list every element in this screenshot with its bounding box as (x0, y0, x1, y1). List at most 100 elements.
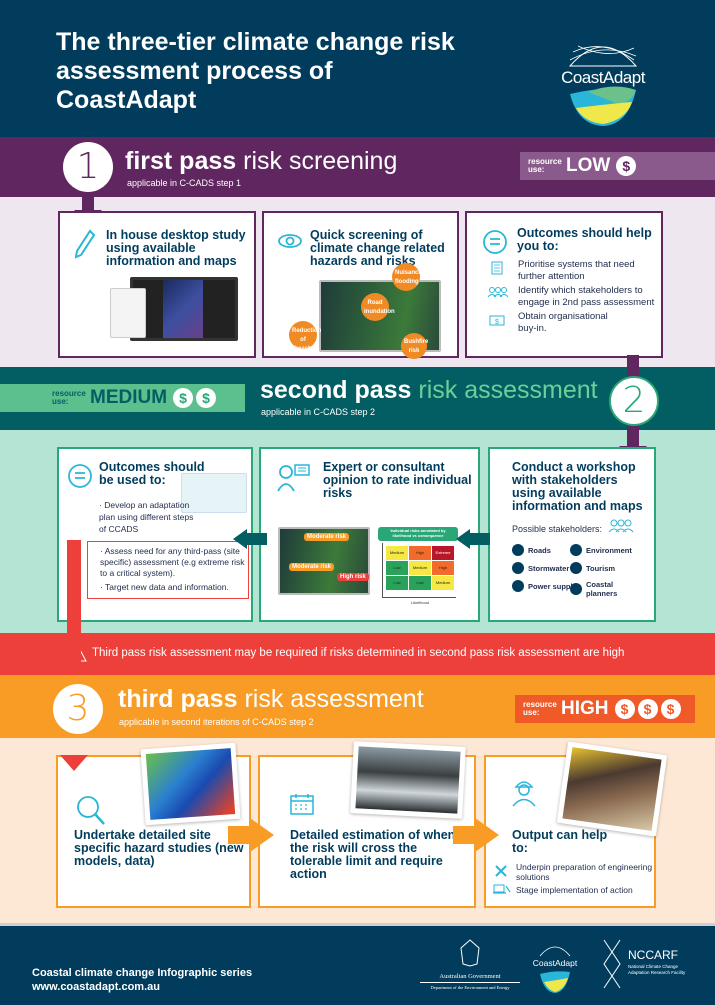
third-pass-title: third pass risk assessment (118, 685, 424, 713)
footer-url[interactable]: www.coastadapt.com.au (32, 980, 252, 994)
dollar-icon: $ (173, 388, 194, 408)
footer: Coastal climate change Infographic serie… (0, 923, 715, 1005)
matrix-title: Individual risks annotated by likelihood… (378, 527, 458, 541)
second-pass-resource: resource use: MEDIUM $ $ (0, 384, 245, 412)
third-pass-subtitle: applicable in second iterations of C-CAD… (119, 717, 314, 727)
third-pass-band: third pass risk assessment applicable in… (0, 675, 715, 738)
card-outcomes-first: Outcomes should help you to: Prioritise … (465, 211, 663, 358)
hazard-model-image (140, 742, 241, 826)
road-icon (512, 544, 524, 556)
wave-photo-image (350, 741, 466, 819)
risk-tag: Moderate risk (304, 533, 350, 541)
step-number-3: 3 (53, 684, 103, 734)
matrix-cell: Low (386, 561, 408, 575)
arrow-left-icon (456, 529, 470, 549)
flow-connector (228, 826, 250, 844)
flow-connector (247, 533, 267, 545)
plane-icon (570, 562, 582, 574)
people-icon (487, 287, 509, 298)
nccarf-icon (603, 939, 621, 989)
checklist-icon (491, 261, 503, 275)
svg-text:$: $ (495, 319, 499, 326)
card-desktop-study: In house desktop study using available i… (58, 211, 256, 358)
matrix-cell: High (409, 546, 431, 560)
matrix-y-axis (382, 543, 383, 597)
money-icon: $ (489, 315, 505, 326)
nccarf-logo: NCCARF National Climate Change Adaptatio… (600, 938, 710, 993)
engineer-icon (512, 781, 536, 807)
map-tag: Reduction of beach (289, 321, 321, 352)
matrix-xlabel: Likelihood (411, 600, 430, 605)
matrix-x-axis (382, 597, 456, 598)
matrix-cell: Extreme (432, 546, 454, 560)
arrow-right-icon (250, 818, 274, 852)
second-pass-subtitle: applicable in C-CADS step 2 (261, 407, 376, 417)
matrix-cell: Medium (409, 561, 431, 575)
card-expert-opinion: Expert or consultant opinion to rate ind… (259, 447, 480, 622)
magnifier-icon (77, 796, 105, 825)
excavator-photo-image (556, 741, 668, 837)
calendar-icon (290, 794, 314, 815)
coat-of-arms-icon (460, 939, 480, 967)
gov-logo: Australian Government Department of the … (420, 938, 520, 993)
card-workshop: Conduct a workshop with stakeholders usi… (488, 447, 656, 622)
footer-series: Coastal climate change Infographic serie… (32, 967, 253, 994)
map-tag: Bushfire risk (401, 333, 428, 359)
matrix-cell: Low (409, 576, 431, 590)
dollar-icon: $ (660, 699, 681, 719)
stakeholder-power: Power supply (512, 580, 577, 592)
arrow-right-icon (475, 818, 499, 852)
expert-icon (277, 464, 310, 492)
matrix-cell: Low (386, 576, 408, 590)
first-pass-subtitle: applicable in C-CADS step 1 (127, 178, 242, 188)
document-image (110, 288, 146, 338)
pencil-icon (74, 229, 96, 259)
risk-tag: High risk (337, 573, 369, 581)
equals-icon (483, 230, 507, 254)
arrow-down-icon (60, 755, 88, 771)
header: The three-tier climate change risk asses… (0, 0, 715, 137)
map-tag: Road inundation (361, 293, 395, 321)
map-tag: Nuisance flooding (392, 263, 422, 291)
matrix-cell: High (432, 561, 454, 575)
stakeholders-label: Possible stakeholders: (512, 524, 603, 534)
first-pass-resource: resource use: LOW $ (520, 152, 715, 180)
second-pass-title: second pass risk assessment (260, 376, 598, 404)
outcome-item: · Assess need for any third-pass (site s… (100, 546, 245, 578)
eye-icon (278, 234, 302, 248)
first-pass-title: first pass risk screening (125, 147, 398, 175)
equals-icon (68, 464, 92, 488)
step-number-1: 1 (63, 142, 113, 192)
warning-text: Third pass risk assessment may be requir… (92, 647, 625, 659)
risk-tag: Moderate risk (289, 563, 335, 571)
tools-icon (495, 865, 507, 877)
arrow-left-icon (233, 529, 247, 549)
plug-icon (512, 580, 524, 592)
stakeholder-stormwater: Stormwater (512, 562, 569, 574)
page-title: The three-tier climate change risk asses… (56, 28, 455, 114)
third-pass-resource: resource use: HIGH $ $ $ (515, 695, 695, 723)
desktop-image (130, 277, 238, 341)
person-icon (570, 583, 582, 595)
warning-band: Third pass risk assessment may be requir… (0, 633, 715, 675)
stakeholder-planners: Coastal planners (570, 580, 640, 598)
dollar-icon: $ (616, 156, 637, 176)
matrix-cell: Medium (386, 546, 408, 560)
stakeholder-environment: Environment (570, 544, 632, 556)
card-outcomes-second: Outcomes should be used to: · Develop an… (57, 447, 253, 622)
dollar-icon: $ (196, 388, 217, 408)
card-quick-screening: Quick screening of climate change relate… (262, 211, 459, 359)
flow-connector (82, 190, 94, 212)
matrix-cell: Medium (432, 576, 454, 590)
second-pass-band: resource use: MEDIUM $ $ second pass ris… (0, 367, 715, 430)
step-number-2: 2 (609, 376, 659, 426)
people-icon (608, 519, 634, 533)
flow-connector (453, 826, 475, 844)
third-pass-trigger-box: · Assess need for any third-pass (site s… (87, 541, 249, 599)
flow-connector (470, 533, 490, 545)
coastadapt-logo: CoastAdapt (548, 30, 658, 130)
risk-matrix: Medium High Extreme Low Medium High Low … (386, 546, 454, 590)
cloud-icon (512, 562, 524, 574)
leaf-icon (570, 544, 582, 556)
stakeholder-roads: Roads (512, 544, 551, 556)
